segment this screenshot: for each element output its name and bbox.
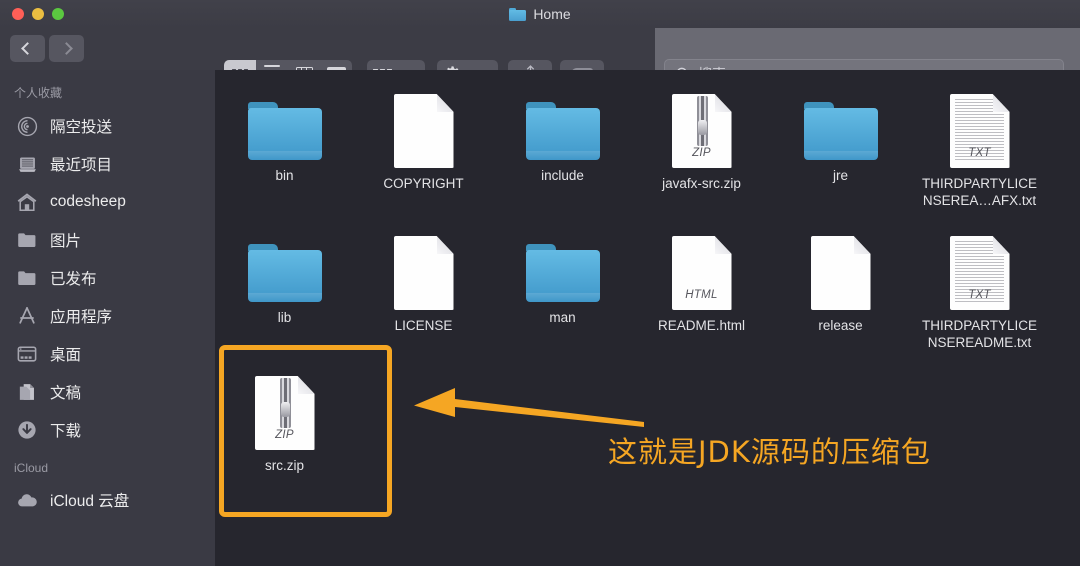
- desktop-icon: [16, 343, 38, 365]
- file-name: man: [549, 310, 576, 325]
- html-file-icon: HTML: [671, 236, 732, 310]
- file-item-jre[interactable]: jre: [771, 84, 910, 226]
- window-title-label: Home: [533, 6, 571, 22]
- sidebar-item-label: 隔空投送: [50, 119, 113, 136]
- highlight-box: [219, 345, 392, 517]
- sidebar-item-label: 下载: [50, 423, 82, 440]
- file-item-javafx-src-zip[interactable]: ZIP javafx-src.zip: [632, 84, 771, 226]
- close-button[interactable]: [12, 8, 24, 20]
- sidebar-item-label: codesheep: [50, 193, 126, 210]
- sidebar-item-label: 最近项目: [50, 157, 113, 174]
- sidebar-item-published[interactable]: 已发布: [0, 259, 215, 297]
- applications-icon: [16, 305, 38, 327]
- folder-icon: [525, 244, 600, 302]
- sidebar-item-airdrop[interactable]: 隔空投送: [0, 107, 215, 145]
- file-item-bin[interactable]: bin: [215, 84, 354, 226]
- folder-icon: [509, 7, 527, 21]
- folder-icon: [247, 102, 322, 160]
- file-name: THIRDPARTYLICE NSEREA…AFX.txt: [921, 176, 1038, 208]
- toolbar: 搜索: [0, 28, 1080, 88]
- document-icon: [393, 236, 454, 310]
- recents-icon: [16, 153, 38, 175]
- file-kind-label: TXT: [968, 147, 991, 159]
- downloads-icon: [16, 419, 38, 441]
- documents-icon: [16, 381, 38, 403]
- file-item-release[interactable]: release: [771, 226, 910, 366]
- folder-icon: [525, 102, 600, 160]
- sidebar-item-downloads[interactable]: 下载: [0, 411, 215, 449]
- sidebar-item-documents[interactable]: 文稿: [0, 373, 215, 411]
- back-button[interactable]: [10, 35, 45, 62]
- file-kind-label: ZIP: [692, 147, 711, 159]
- folder-icon: [247, 244, 322, 302]
- title-bar: Home: [0, 0, 1080, 28]
- sidebar-item-recents[interactable]: 最近项目: [0, 145, 215, 183]
- document-icon: [393, 94, 454, 168]
- window-controls: [12, 0, 64, 28]
- folder-icon: [16, 229, 38, 251]
- sidebar-item-label: 图片: [50, 233, 82, 250]
- file-name: include: [541, 168, 584, 183]
- file-name: javafx-src.zip: [662, 176, 741, 191]
- file-name: LICENSE: [394, 318, 453, 333]
- zip-icon: ZIP: [671, 94, 732, 168]
- home-icon: [16, 191, 38, 213]
- sidebar-item-icloud-drive[interactable]: iCloud 云盘: [0, 481, 215, 519]
- zoom-button[interactable]: [52, 8, 64, 20]
- sidebar-section-header-favorites: 个人收藏: [14, 86, 63, 100]
- file-item-thirdpartylicense-javafx[interactable]: TXT THIRDPARTYLICE NSEREA…AFX.txt: [910, 84, 1049, 226]
- finder-window: Home 个人收藏 隔空投送 最近项目 codesheep 图片 已发布 应用程…: [0, 0, 1080, 566]
- folder-icon: [16, 267, 38, 289]
- file-name: lib: [277, 310, 292, 325]
- sidebar-item-desktop[interactable]: 桌面: [0, 335, 215, 373]
- cloud-icon: [16, 489, 38, 511]
- annotation-arrow: [414, 388, 644, 427]
- annotation-text: 这就是JDK源码的压缩包: [608, 435, 931, 469]
- sidebar-item-label: 应用程序: [50, 309, 113, 326]
- file-item-copyright[interactable]: COPYRIGHT: [354, 84, 493, 226]
- file-name: THIRDPARTYLICE NSEREADME.txt: [921, 318, 1038, 350]
- sidebar-item-label: 已发布: [50, 271, 97, 288]
- file-row: bin COPYRIGHT include ZIP javafx-src.zip: [215, 84, 1080, 226]
- file-kind-label: TXT: [968, 289, 991, 301]
- sidebar-item-pictures[interactable]: 图片: [0, 221, 215, 259]
- file-name: README.html: [657, 318, 745, 333]
- file-name: COPYRIGHT: [383, 176, 464, 191]
- sidebar-item-applications[interactable]: 应用程序: [0, 297, 215, 335]
- sidebar-item-label: 桌面: [50, 347, 82, 364]
- file-item-include[interactable]: include: [493, 84, 632, 226]
- file-item-thirdpartylicense-readme[interactable]: TXT THIRDPARTYLICE NSEREADME.txt: [910, 226, 1049, 366]
- file-item-readme-html[interactable]: HTML README.html: [632, 226, 771, 366]
- sidebar-section-header-icloud: iCloud: [14, 461, 49, 475]
- file-kind-label: HTML: [685, 289, 718, 301]
- file-name: release: [818, 318, 863, 333]
- navigation-buttons: [10, 35, 84, 62]
- folder-icon: [803, 102, 878, 160]
- minimize-button[interactable]: [32, 8, 44, 20]
- file-item-man[interactable]: man: [493, 226, 632, 366]
- chevron-left-icon: [21, 42, 34, 55]
- file-name: jre: [832, 168, 848, 183]
- document-icon: [810, 236, 871, 310]
- sidebar-item-label: 文稿: [50, 385, 82, 402]
- window-title: Home: [509, 6, 571, 22]
- sidebar-item-home[interactable]: codesheep: [0, 183, 215, 221]
- sidebar-item-label: iCloud 云盘: [50, 493, 130, 510]
- forward-button[interactable]: [49, 35, 84, 62]
- file-name: bin: [275, 168, 294, 183]
- text-file-icon: TXT: [949, 236, 1010, 310]
- airdrop-icon: [16, 115, 38, 137]
- text-file-icon: TXT: [949, 94, 1010, 168]
- sidebar: 个人收藏 隔空投送 最近项目 codesheep 图片 已发布 应用程序 桌面 …: [0, 70, 215, 566]
- chevron-right-icon: [60, 42, 73, 55]
